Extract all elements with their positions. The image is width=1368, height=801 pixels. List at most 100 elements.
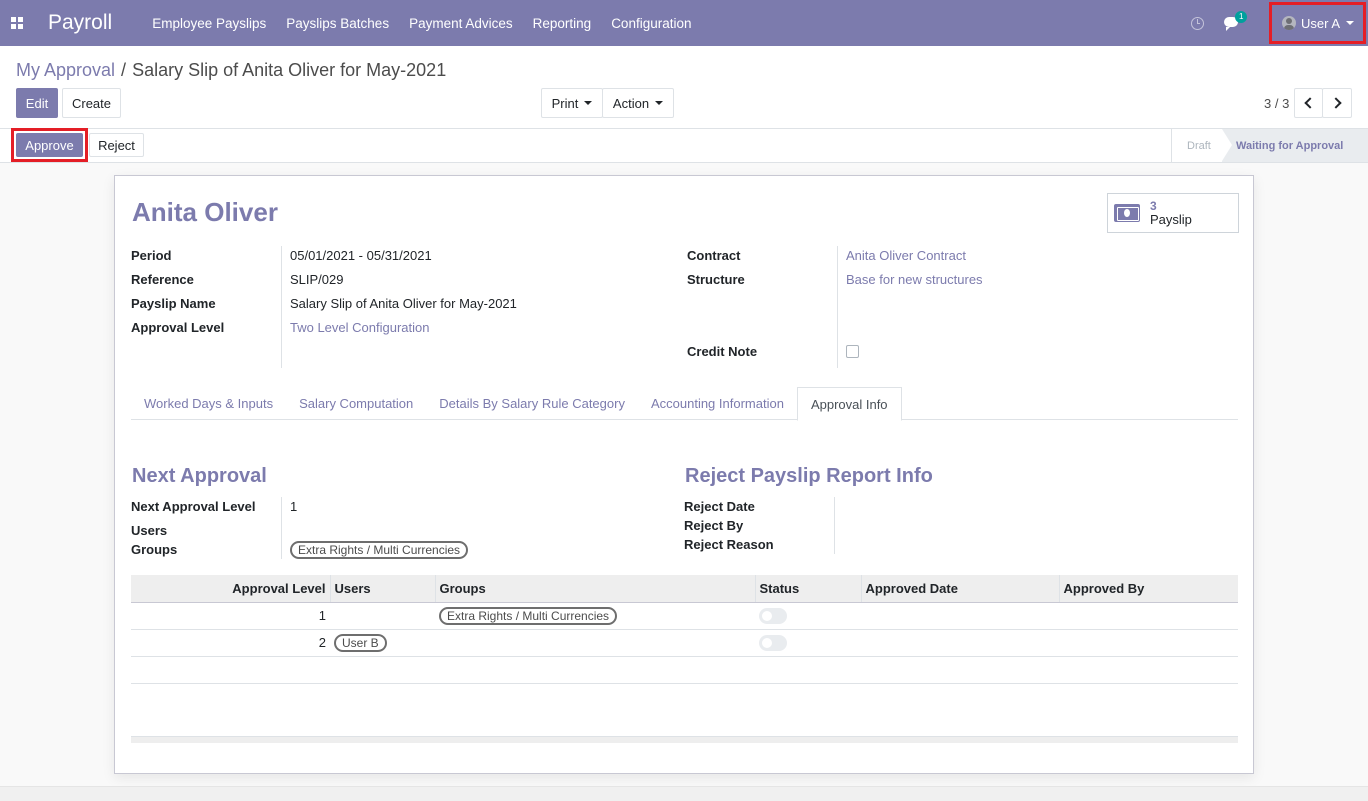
right-field-divider bbox=[837, 246, 838, 368]
row-approval-level: 1 bbox=[131, 602, 330, 630]
column-approval-level[interactable]: Approval Level bbox=[131, 575, 331, 603]
row-users: User B bbox=[330, 629, 435, 657]
menu-configuration[interactable]: Configuration bbox=[611, 16, 691, 31]
table-row[interactable]: 2 User B bbox=[131, 629, 1238, 657]
period-value: 05/01/2021 - 05/31/2021 bbox=[290, 248, 432, 263]
menu-reporting[interactable]: Reporting bbox=[533, 16, 592, 31]
tab-worked-days-inputs[interactable]: Worked Days & Inputs bbox=[131, 387, 286, 420]
pager-previous-button[interactable] bbox=[1294, 88, 1323, 118]
next-approval-title: Next Approval bbox=[132, 465, 267, 487]
tab-details-by-salary-rule-category[interactable]: Details By Salary Rule Category bbox=[426, 387, 638, 420]
apps-menu-icon[interactable] bbox=[0, 0, 34, 46]
row-users bbox=[330, 602, 435, 630]
reject-reason-label: Reject Reason bbox=[684, 537, 774, 552]
row-status bbox=[755, 602, 861, 630]
statusbar: Approve Reject Draft Waiting for Approva… bbox=[0, 128, 1368, 163]
breadcrumb: My Approval / Salary Slip of Anita Oliver … bbox=[16, 60, 446, 81]
control-panel: My Approval / Salary Slip of Anita Oliver … bbox=[0, 46, 1368, 129]
next-approval-divider bbox=[281, 497, 282, 559]
approve-button[interactable]: Approve bbox=[16, 133, 83, 157]
tab-salary-computation[interactable]: Salary Computation bbox=[286, 387, 426, 420]
status-stages: Draft Waiting for Approval bbox=[1171, 129, 1368, 162]
caret-down-icon bbox=[584, 101, 593, 105]
payslip-smart-button[interactable]: 3 Payslip bbox=[1107, 193, 1239, 233]
reject-button[interactable]: Reject bbox=[89, 133, 144, 157]
credit-note-label: Credit Note bbox=[687, 344, 758, 359]
row-approved-date bbox=[861, 629, 1059, 657]
column-approved-date[interactable]: Approved Date bbox=[861, 575, 1060, 603]
print-dropdown[interactable]: Print bbox=[541, 88, 603, 118]
activity-clock-icon[interactable] bbox=[1191, 16, 1204, 30]
user-tag: User B bbox=[334, 633, 387, 652]
group-tag: Extra Rights / Multi Currencies bbox=[290, 541, 469, 559]
period-label: Period bbox=[131, 248, 172, 263]
status-toggle[interactable] bbox=[759, 607, 787, 624]
money-icon bbox=[1114, 204, 1140, 222]
row-groups bbox=[435, 629, 755, 657]
form-sheet: Anita Oliver 3 Payslip Period 05/01/2021… bbox=[114, 175, 1254, 774]
edit-button[interactable]: Edit bbox=[16, 88, 58, 118]
row-approved-by bbox=[1059, 602, 1238, 630]
table-row-empty bbox=[131, 656, 1238, 684]
payslip-count: 3 bbox=[1150, 199, 1157, 213]
row-approved-date bbox=[861, 602, 1059, 630]
status-toggle[interactable] bbox=[759, 634, 787, 651]
caret-down-icon bbox=[1346, 21, 1355, 25]
groups-label: Groups bbox=[131, 542, 178, 557]
chat-badge: 1 bbox=[1235, 11, 1248, 23]
column-status[interactable]: Status bbox=[755, 575, 862, 603]
action-dropdown[interactable]: Action bbox=[602, 88, 674, 118]
top-navbar: Payroll Employee Payslips Payslips Batch… bbox=[0, 0, 1368, 46]
table-row-empty bbox=[131, 683, 1238, 710]
group-tag: Extra Rights / Multi Currencies bbox=[439, 606, 618, 625]
structure-label: Structure bbox=[687, 272, 745, 287]
pager-value[interactable]: 3 / 3 bbox=[1264, 96, 1289, 111]
user-menu[interactable]: User A bbox=[1269, 2, 1366, 44]
users-label: Users bbox=[131, 523, 168, 538]
contract-label: Contract bbox=[687, 248, 741, 263]
row-approved-by bbox=[1059, 629, 1238, 657]
chevron-right-icon bbox=[1329, 97, 1342, 109]
column-approved-by[interactable]: Approved By bbox=[1059, 575, 1238, 603]
chevron-left-icon bbox=[1304, 97, 1316, 109]
row-status bbox=[755, 629, 861, 657]
avatar-icon bbox=[1282, 16, 1296, 30]
approval-lines-table: Approval Level Users Groups Status Appro… bbox=[131, 575, 1238, 743]
reference-value: SLIP/029 bbox=[290, 272, 344, 287]
next-approval-level-label: Next Approval Level bbox=[131, 499, 256, 514]
breadcrumb-parent[interactable]: My Approval bbox=[16, 60, 115, 80]
menu-payment-advices[interactable]: Payment Advices bbox=[409, 16, 513, 31]
payslip-name-label: Payslip Name bbox=[131, 296, 216, 311]
approval-level-label: Approval Level bbox=[131, 320, 225, 335]
messaging-menu[interactable]: 1 bbox=[1223, 11, 1249, 33]
breadcrumb-separator: / bbox=[121, 60, 127, 80]
contract-link[interactable]: Anita Oliver Contract bbox=[846, 248, 966, 263]
credit-note-checkbox[interactable] bbox=[846, 345, 859, 358]
next-approval-level-value: 1 bbox=[290, 499, 298, 514]
app-brand[interactable]: Payroll bbox=[48, 11, 112, 35]
reference-label: Reference bbox=[131, 272, 194, 287]
table-row[interactable]: 1 Extra Rights / Multi Currencies bbox=[131, 602, 1238, 630]
stage-waiting-for-approval[interactable]: Waiting for Approval bbox=[1222, 129, 1368, 162]
row-groups: Extra Rights / Multi Currencies bbox=[435, 602, 755, 630]
payslip-name-value: Salary Slip of Anita Oliver for May-2021 bbox=[290, 296, 517, 311]
create-button[interactable]: Create bbox=[62, 88, 121, 118]
tab-accounting-information[interactable]: Accounting Information bbox=[638, 387, 797, 420]
stage-draft[interactable]: Draft bbox=[1172, 129, 1222, 162]
bottom-bar bbox=[0, 786, 1368, 801]
structure-link[interactable]: Base for new structures bbox=[846, 272, 983, 287]
notebook-tabs: Worked Days & Inputs Salary Computation … bbox=[131, 387, 1238, 421]
reject-by-label: Reject By bbox=[684, 518, 744, 533]
menu-payslips-batches[interactable]: Payslips Batches bbox=[286, 16, 389, 31]
pager-next-button[interactable] bbox=[1322, 88, 1352, 118]
reject-info-divider bbox=[834, 497, 835, 554]
action-label: Action bbox=[612, 95, 650, 111]
payslip-label: Payslip bbox=[1150, 212, 1192, 227]
column-users[interactable]: Users bbox=[330, 575, 436, 603]
column-groups[interactable]: Groups bbox=[435, 575, 756, 603]
tab-approval-info[interactable]: Approval Info bbox=[796, 387, 902, 421]
groups-tags: Extra Rights / Multi Currencies bbox=[290, 541, 469, 559]
menu-employee-payslips[interactable]: Employee Payslips bbox=[152, 16, 266, 31]
reject-info-title: Reject Payslip Report Info bbox=[685, 465, 933, 487]
approval-level-link[interactable]: Two Level Configuration bbox=[290, 320, 429, 335]
